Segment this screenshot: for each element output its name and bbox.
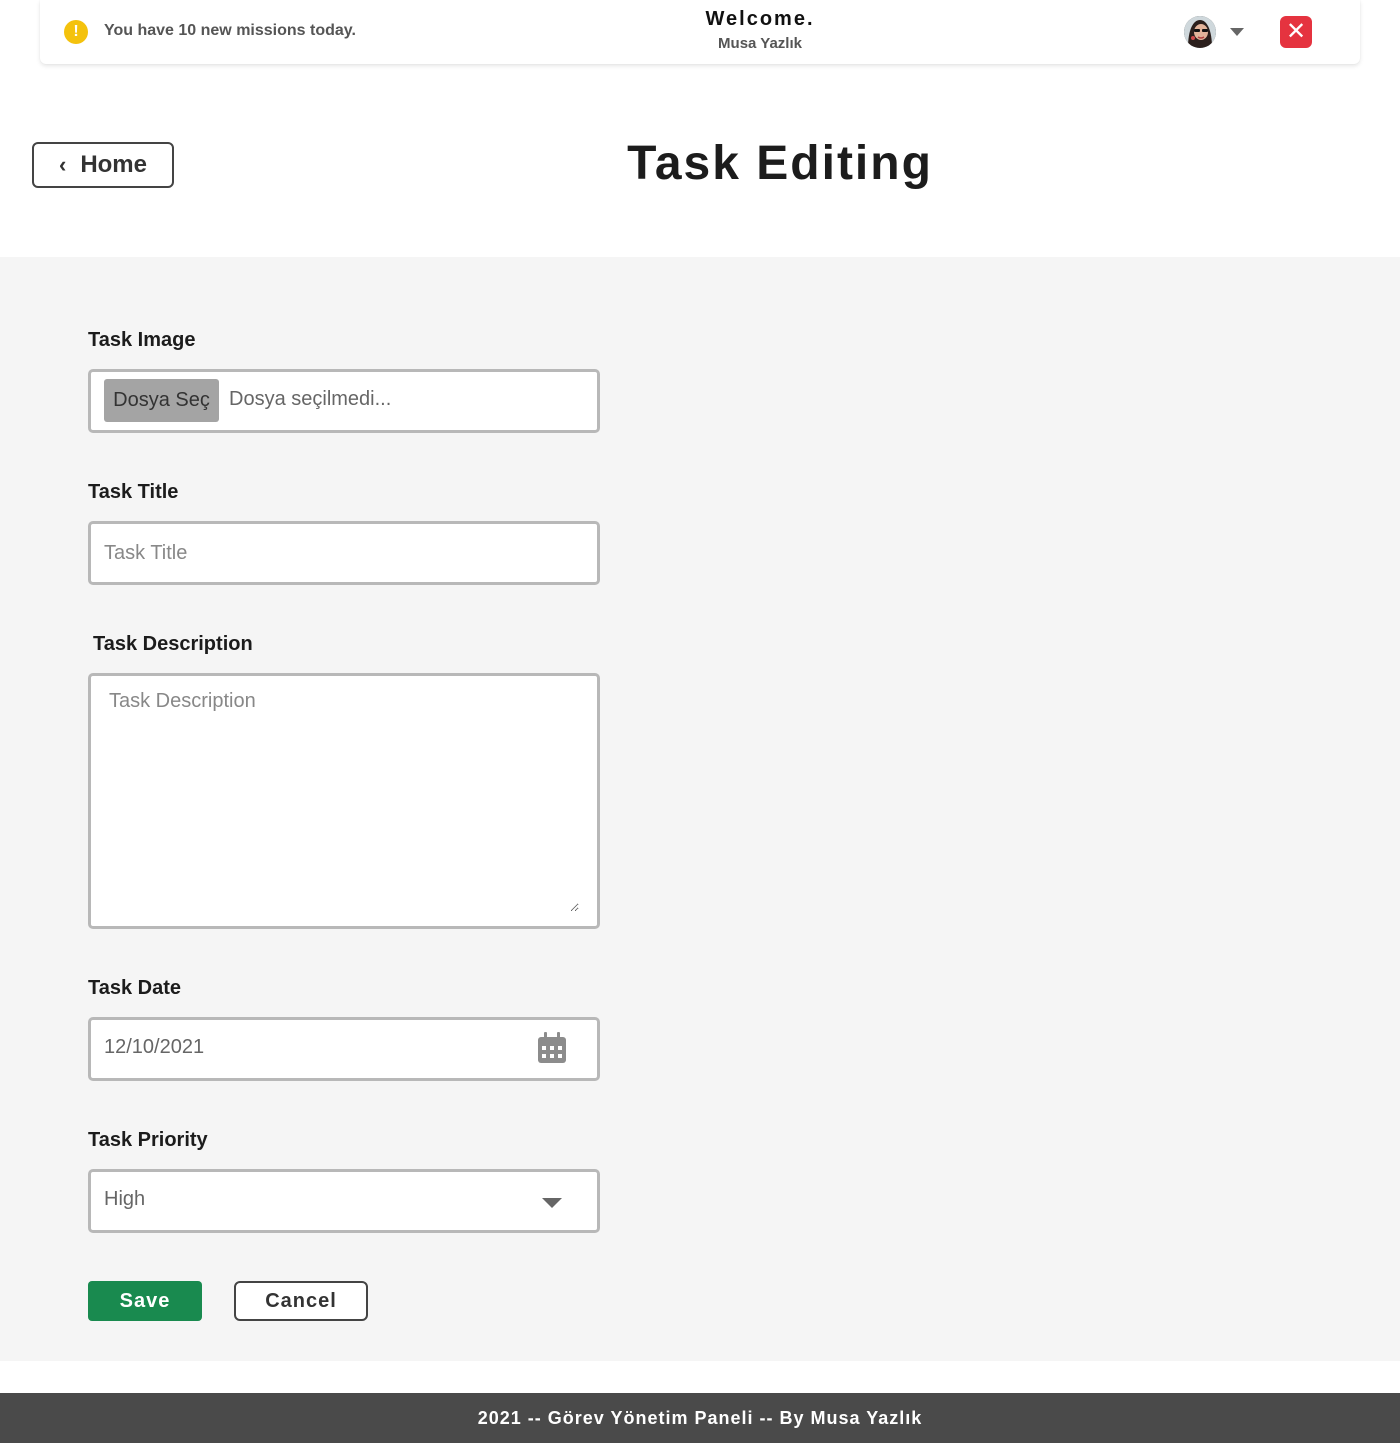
task-priority-label: Task Priority — [88, 1129, 208, 1151]
task-edit-form: Task Image Dosya Seç Dosya seçilmedi... … — [0, 257, 1400, 1361]
task-date-value: 12/10/2021 — [104, 1036, 205, 1058]
task-description-label: Task Description — [93, 633, 253, 655]
home-label: Home — [80, 151, 147, 178]
task-description-input[interactable] — [109, 690, 579, 912]
task-title-input[interactable] — [104, 524, 584, 582]
task-title-field[interactable] — [88, 521, 600, 585]
user-name: Musa Yazlık — [718, 35, 802, 52]
page-title: Task Editing — [627, 137, 933, 190]
user-menu-chevron-down-icon[interactable] — [1230, 28, 1244, 36]
welcome-title: Welcome. — [705, 8, 815, 30]
task-description-field[interactable] — [88, 673, 600, 929]
calendar-icon[interactable] — [537, 1032, 567, 1064]
choose-file-button[interactable]: Dosya Seç — [104, 379, 219, 422]
alert-icon: ! — [64, 20, 88, 44]
chevron-left-icon: ‹ — [58, 152, 67, 177]
file-status-text: Dosya seçilmedi... — [229, 388, 392, 410]
avatar[interactable] — [1184, 16, 1216, 48]
footer: 2021 -- Görev Yönetim Paneli -- By Musa … — [0, 1393, 1400, 1443]
cancel-button[interactable]: Cancel — [234, 1281, 368, 1321]
task-image-file-input[interactable]: Dosya Seç Dosya seçilmedi... — [88, 369, 600, 433]
home-button[interactable]: ‹ Home — [32, 142, 174, 188]
close-button[interactable]: ✕ — [1280, 16, 1312, 48]
task-priority-value: High — [104, 1188, 146, 1210]
task-image-label: Task Image — [88, 329, 196, 351]
missions-notice: You have 10 new missions today. — [104, 22, 356, 39]
welcome-block: Welcome. Musa Yazlık — [600, 8, 920, 52]
save-button[interactable]: Save — [88, 1281, 202, 1321]
top-notification-bar: ! You have 10 new missions today. Welcom… — [40, 0, 1360, 64]
task-date-field[interactable]: 12/10/2021 — [88, 1017, 600, 1081]
task-title-label: Task Title — [88, 481, 179, 503]
task-priority-select[interactable]: High — [88, 1169, 600, 1233]
chevron-down-icon — [542, 1198, 562, 1208]
task-date-label: Task Date — [88, 977, 182, 999]
